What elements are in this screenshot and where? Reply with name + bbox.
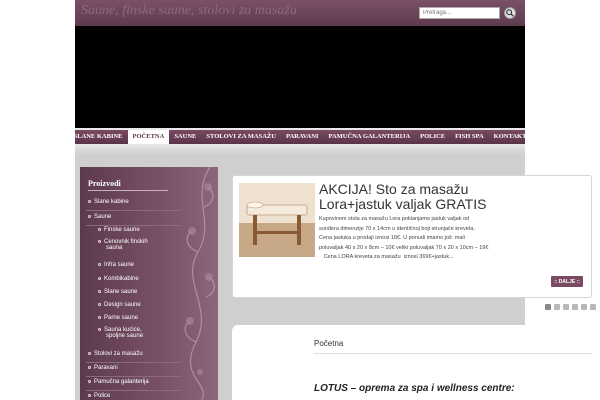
banner — [75, 26, 525, 128]
nav-item-7[interactable]: FISH SPA — [450, 130, 489, 144]
sidebar: Proizvodi Slane kabine Saune Finske saune C… — [80, 167, 218, 400]
nav-item-1[interactable]: POČETNA — [127, 130, 170, 144]
sidebar-separator — [86, 225, 181, 226]
bullet-icon — [88, 351, 91, 355]
sidebar-item-12[interactable]: Pamučna galanterija — [88, 379, 149, 385]
sidebar-item-label: Slane kabine — [94, 199, 129, 205]
nav-item-0[interactable]: SLANE KABINE — [69, 130, 128, 144]
bullet-icon — [88, 379, 91, 383]
slider-dot-1[interactable] — [545, 304, 551, 310]
slider-dot-4[interactable] — [572, 304, 578, 310]
sidebar-item-6[interactable]: Slane saune — [98, 289, 137, 295]
featured-title-line1: AKCIJA! Sto za masažu — [319, 181, 469, 197]
bullet-icon — [98, 327, 101, 331]
nav-item-5[interactable]: PAMUČNA GALANTERIJA — [323, 130, 415, 144]
sidebar-separator — [86, 210, 181, 211]
slider-dot-6[interactable] — [590, 304, 596, 310]
search-button[interactable] — [504, 7, 516, 19]
sidebar-item-9[interactable]: Sauna kućice, spoljne saune — [98, 327, 143, 339]
page-wrapper: Saune, finske saune, stolovi za masažu S… — [74, 0, 600, 400]
content-title: Početna — [314, 339, 344, 348]
sidebar-item-3[interactable]: Cenovnik finskih sauna — [98, 239, 148, 251]
search-icon — [506, 9, 514, 17]
sidebar-item-0[interactable]: Slane kabine — [88, 199, 129, 205]
sidebar-item-7[interactable]: Design saune — [98, 302, 141, 308]
site-title[interactable]: Saune, finske saune, stolovi za masažu — [81, 3, 297, 19]
sidebar-item-8[interactable]: Parne saune — [98, 315, 138, 321]
sidebar-separator — [86, 376, 181, 377]
sidebar-item-10[interactable]: Stolovi za masažu — [88, 351, 143, 357]
bullet-icon — [98, 276, 101, 280]
massage-table-image[interactable] — [239, 183, 315, 257]
sidebar-item-2[interactable]: Finske saune — [98, 227, 140, 233]
nav-item-4[interactable]: PARAVANI — [281, 130, 324, 144]
sidebar-item-label: Infra saune — [104, 262, 135, 268]
massage-table-illustration — [239, 183, 315, 257]
featured-title-line2: Lora+jastuk valjak GRATIS — [319, 196, 487, 212]
sidebar-item-label: Saune — [94, 214, 112, 220]
sidebar-item-label: Stolovi za masažu — [94, 351, 143, 357]
bullet-icon — [98, 239, 101, 243]
slider-dot-2[interactable] — [554, 304, 560, 310]
sidebar-heading: Proizvodi — [88, 179, 121, 188]
featured-text: Kupovinom stola za masažu Lora poklanjam… — [319, 215, 589, 263]
sidebar-item-label: Pamučna galanterija — [94, 379, 149, 385]
featured-text-line: Cena LORA kreveta za masažu iznosi 369€+… — [319, 254, 454, 260]
sidebar-item-1[interactable]: Saune — [88, 214, 111, 220]
slider-dots — [545, 304, 596, 310]
header: Saune, finske saune, stolovi za masažu — [75, 0, 525, 26]
more-button[interactable]: :: DALJE :: — [551, 276, 583, 287]
bullet-icon — [88, 393, 91, 397]
sidebar-rule — [88, 190, 168, 191]
sidebar-item-label: Paravani — [94, 365, 118, 371]
slider-dot-5[interactable] — [581, 304, 587, 310]
nav-item-6[interactable]: POLICE — [415, 130, 450, 144]
sidebar-item-label: Slane saune — [104, 289, 138, 295]
sidebar-separator — [86, 362, 181, 363]
featured-text-line: poluvaljak 40 x 20 x 8cm – 10€ veliki po… — [319, 244, 489, 251]
bullet-icon — [98, 262, 101, 266]
sidebar-item-11[interactable]: Paravani — [88, 365, 118, 371]
sidebar-item-label-line2: sauna — [106, 245, 123, 251]
sidebar-item-label: Kombikabine — [104, 276, 139, 282]
sidebar-item-label: Finske saune — [104, 227, 140, 233]
content-heading: LOTUS – oprema za spa i wellness centre: — [314, 383, 515, 394]
bullet-icon — [98, 227, 101, 231]
bullet-icon — [88, 199, 91, 203]
nav-shadow — [75, 144, 525, 154]
featured-text-line: Cena jastuka u prodaji iznosi 18€. U pon… — [319, 235, 465, 241]
nav-item-3[interactable]: STOLOVI ZA MASAŽU — [201, 130, 281, 144]
featured-slider: AKCIJA! Sto za masažu Lora+jastuk valjak… — [232, 175, 592, 298]
sidebar-item-5[interactable]: Kombikabine — [98, 276, 139, 282]
bullet-icon — [98, 302, 101, 306]
bullet-icon — [88, 214, 91, 218]
sidebar-item-4[interactable]: Infra saune — [98, 262, 134, 268]
featured-text-line: Kupovinom stola za masažu Lora poklanjam… — [319, 216, 470, 222]
floral-decoration — [184, 167, 215, 400]
sidebar-item-13[interactable]: Police — [88, 393, 110, 399]
content-box: Početna LOTUS – oprema za spa i wellness… — [232, 325, 600, 400]
sidebar-item-label: Parne saune — [104, 315, 139, 321]
nav-item-8[interactable]: KONTAKT — [489, 130, 532, 144]
sidebar-separator — [86, 390, 181, 391]
nav-item-2[interactable]: SAUNE — [169, 130, 201, 144]
main-nav: SLANE KABINE POČETNA SAUNE STOLOVI ZA MASAŽ… — [74, 130, 526, 144]
sidebar-item-label: Design saune — [104, 302, 141, 308]
slider-dot-3[interactable] — [563, 304, 569, 310]
bullet-icon — [88, 365, 91, 369]
content-divider — [314, 353, 592, 354]
bullet-icon — [98, 289, 101, 293]
sidebar-item-label: Police — [94, 393, 111, 399]
search-input[interactable] — [419, 7, 500, 19]
sidebar-item-label-line2: spoljne saune — [106, 333, 144, 339]
featured-title[interactable]: AKCIJA! Sto za masažu Lora+jastuk valjak… — [319, 182, 589, 212]
bullet-icon — [98, 315, 101, 319]
featured-text-line: sunđera dimenzije 70 x 14cm u identičnoj… — [319, 225, 475, 232]
